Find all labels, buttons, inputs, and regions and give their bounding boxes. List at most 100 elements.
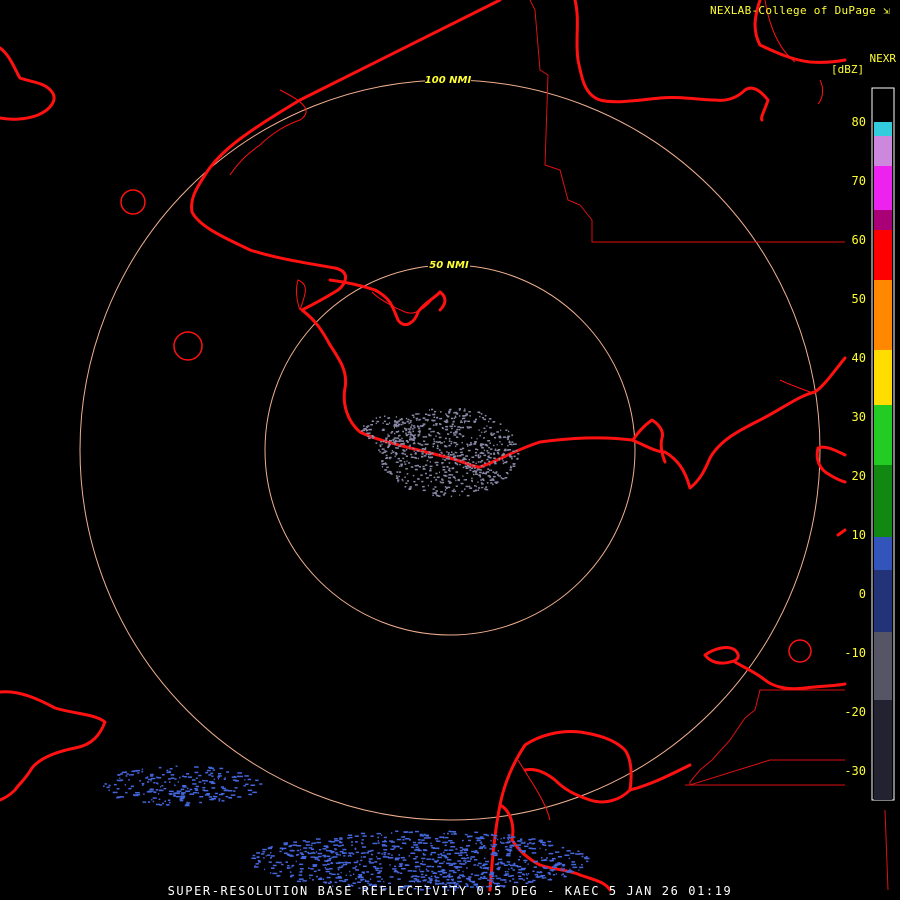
echo-pixel [462, 475, 464, 477]
echo-pixel [495, 482, 498, 484]
echo-pixel [226, 771, 230, 773]
echo-pixel [387, 446, 390, 449]
echo-pixel [459, 463, 461, 466]
echo-pixel [317, 852, 323, 855]
echo-pixel [461, 839, 464, 842]
echo-pixel [421, 857, 426, 860]
echo-pixel [560, 869, 564, 871]
echo-pixel [394, 442, 397, 445]
echo-pixel [444, 459, 447, 461]
echo-pixel [412, 447, 415, 450]
echo-pixel [410, 831, 413, 833]
echo-pixel [369, 878, 372, 880]
echo-pixel [480, 841, 483, 843]
echo-pixel [447, 455, 450, 458]
echo-pixel [454, 458, 457, 461]
echo-pixel [475, 418, 477, 421]
echo-pixel [475, 448, 478, 450]
echo-pixel [399, 847, 403, 850]
scale-tick-10: 10 [851, 528, 866, 542]
echo-pixel [451, 833, 453, 835]
echo-pixel [366, 871, 370, 873]
echo-pixel [450, 870, 455, 872]
echo-pixel [169, 781, 171, 783]
echo-pixel [581, 855, 584, 858]
echo-pixel [397, 481, 399, 483]
echo-pixel [440, 491, 443, 493]
echo-pixel [435, 840, 438, 842]
echo-pixel [496, 863, 499, 865]
echo-pixel [379, 451, 381, 453]
arrow-icon[interactable]: ⇲ [883, 4, 890, 17]
echo-pixel [425, 453, 428, 455]
echo-pixel [422, 468, 426, 470]
echo-pixel [500, 477, 502, 479]
echo-pixel [414, 484, 418, 486]
echo-pixel [460, 421, 463, 423]
echo-pixel [483, 875, 486, 878]
echo-pixel [489, 464, 491, 466]
echo-pixel [481, 843, 483, 845]
echo-pixel [505, 460, 508, 463]
echo-pixel [160, 786, 162, 788]
echo-pixel [298, 874, 303, 876]
echo-pixel [296, 845, 302, 847]
echo-pixel [507, 438, 509, 441]
echo-pixel [445, 413, 447, 415]
echo-pixel [468, 458, 470, 461]
echo-pixel [429, 468, 432, 470]
echo-pixel [265, 855, 267, 857]
echo-pixel [402, 449, 405, 451]
echo-pixel [408, 428, 410, 430]
echo-pixel [498, 435, 501, 438]
echo-pixel [581, 864, 583, 866]
echo-pixel [384, 849, 388, 851]
echo-pixel [377, 852, 381, 854]
echo-pixel [454, 477, 456, 480]
echo-pixel [210, 782, 216, 785]
echo-pixel [202, 779, 206, 782]
echo-pixel [455, 471, 459, 473]
echo-pixel [289, 855, 294, 857]
echo-pixel [496, 838, 499, 841]
echo-pixel [375, 422, 377, 425]
echo-pixel [418, 432, 421, 434]
echo-pixel [137, 772, 140, 774]
echo-pixel [444, 421, 447, 423]
echo-pixel [390, 452, 393, 455]
echo-pixel [335, 852, 338, 854]
echo-pixel [279, 847, 283, 849]
echo-pixel [377, 880, 381, 883]
echo-pixel [469, 466, 471, 469]
echo-pixel [454, 415, 456, 418]
echo-pixel [217, 776, 221, 778]
echo-pixel [407, 418, 410, 421]
echo-pixel [448, 477, 451, 479]
echo-pixel [218, 773, 222, 775]
echo-pixel [135, 792, 140, 794]
echo-pixel [425, 464, 428, 466]
echo-pixel [500, 862, 505, 865]
echo-pixel [377, 836, 380, 839]
echo-pixel [299, 868, 304, 870]
echo-pixel [371, 420, 374, 422]
echo-pixel [233, 790, 236, 792]
echo-pixel [518, 859, 520, 861]
ring-label-50nmi: 50 NMI [429, 260, 469, 271]
echo-pixel [158, 766, 162, 769]
echo-pixel [390, 848, 395, 850]
echo-pixel [353, 861, 358, 864]
scale-tick-minus30: -30 [844, 764, 866, 778]
echo-pixel [424, 443, 427, 446]
echo-pixel [116, 779, 119, 782]
echo-pixel [488, 476, 492, 478]
scale-tick-0: 0 [858, 587, 866, 601]
echo-pixel [509, 466, 513, 469]
echo-pixel [488, 873, 494, 876]
echo-pixel [566, 850, 571, 852]
echo-pixel [446, 875, 451, 877]
echo-pixel [270, 855, 275, 857]
echo-pixel [337, 867, 341, 869]
echo-pixel [508, 430, 510, 433]
echo-pixel [415, 830, 419, 833]
